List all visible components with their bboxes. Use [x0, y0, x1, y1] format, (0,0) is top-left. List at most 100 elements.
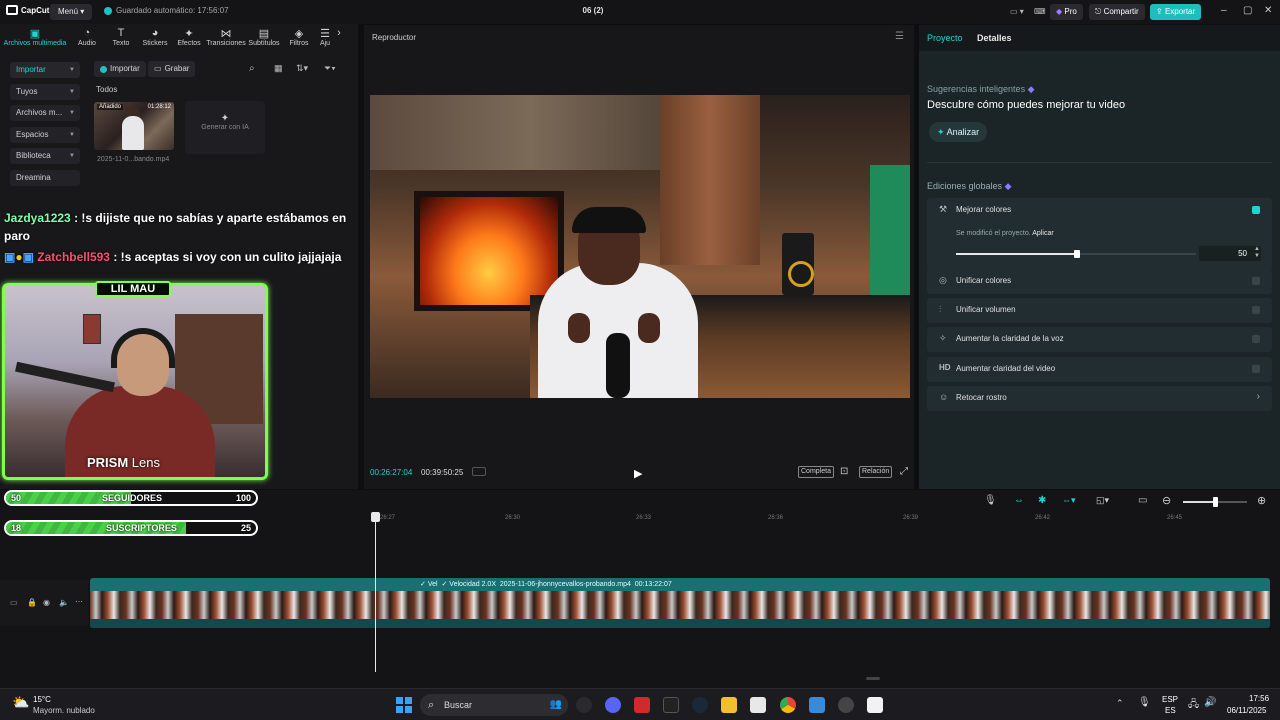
divider [927, 162, 1272, 163]
preview-axis-icon[interactable]: ◱▾ [1096, 495, 1109, 506]
taskbar-search[interactable]: ⌕ Buscar 👥 [420, 694, 568, 716]
settings-icon[interactable] [838, 697, 854, 713]
chevron-up-icon[interactable]: ⌃ [1116, 698, 1124, 709]
zoom-in-icon[interactable]: ⊕ [1257, 494, 1266, 507]
unify-colors-row[interactable]: ◎ Unificar colores [927, 269, 1272, 294]
language-indicator[interactable]: ESP [1162, 695, 1178, 704]
play-icon[interactable]: ▶ [634, 467, 642, 480]
windows-start-icon[interactable] [396, 697, 412, 713]
sidebar-item-library[interactable]: Biblioteca ▼ [10, 148, 80, 164]
maximize-icon[interactable]: ▢ [1243, 5, 1252, 16]
ratio-button[interactable]: Relación [859, 466, 893, 478]
sidebar-item-import[interactable]: Importar ▼ [10, 62, 80, 78]
retouch-face-row[interactable]: ☺ Retocar rostro › [927, 386, 1272, 411]
tool-stickers[interactable]: ◕ Stickers [138, 26, 172, 52]
sidebar-item-yours[interactable]: Tuyos ▼ [10, 83, 80, 100]
stepper-icon[interactable]: ▲ ▼ [1254, 246, 1260, 260]
sidebar-item-dreamina[interactable]: Dreamina [10, 169, 80, 186]
tool-media[interactable]: ▣ Archivos multimedia [0, 26, 70, 52]
video-clarity-row[interactable]: HD Aumentar claridad del video [927, 357, 1272, 382]
sidebar-item-spaces[interactable]: Espacios ▼ [10, 126, 80, 143]
microphone-icon[interactable]: 🎙 [1138, 697, 1151, 708]
tool-text[interactable]: T Texto [104, 26, 138, 52]
capcut-task-icon[interactable] [750, 697, 766, 713]
tool-audio[interactable]: ◔ Audio [70, 26, 104, 52]
link-icon[interactable]: ⇔ [1014, 495, 1024, 506]
zoom-slider[interactable] [1183, 497, 1247, 507]
search-icon[interactable]: ⌕ [249, 63, 255, 74]
filter-icon[interactable]: ⏷▾ [324, 63, 336, 74]
chrome-icon[interactable] [780, 697, 796, 713]
tool-filters[interactable]: ◈ Filtros [282, 26, 316, 52]
record-button[interactable]: ▭ Grabar [148, 61, 196, 77]
row-toggle[interactable] [1252, 335, 1260, 343]
tab-details[interactable]: Detalles [977, 33, 1012, 43]
file-explorer-icon[interactable] [721, 697, 737, 713]
unify-volume-row[interactable]: ⫶ Unificar volumen [927, 298, 1272, 323]
strength-slider-handle[interactable] [1074, 250, 1080, 258]
chevron-right-icon[interactable]: › [334, 26, 344, 52]
media-thumbnail[interactable]: Añadido 01:28:12 [94, 102, 174, 150]
share-button[interactable]: ⎋ Compartir [1089, 4, 1145, 20]
grid-view-icon[interactable]: ▦ [274, 63, 283, 74]
clock-date[interactable]: 06/11/2025 [1227, 706, 1266, 715]
tab-project[interactable]: Proyecto [927, 33, 963, 43]
snap-icon[interactable]: ⇔▾ [1062, 495, 1076, 506]
import-button[interactable]: Importar [94, 61, 146, 77]
keyboard-icon[interactable]: ⌨ [1028, 4, 1052, 20]
strength-slider-track[interactable] [956, 250, 1196, 258]
sidebar-item-files[interactable]: Archivos m... ▼ [10, 105, 80, 121]
discord-icon[interactable] [605, 697, 621, 713]
speaker-icon[interactable]: 🔈 [59, 598, 69, 607]
app-red-icon[interactable] [634, 697, 650, 713]
row-toggle[interactable] [1252, 306, 1260, 314]
playhead[interactable] [371, 512, 380, 672]
cover-icon[interactable]: ▭ [10, 598, 18, 607]
layout-icon[interactable]: ▭ ▾ [1004, 4, 1030, 20]
network-icon[interactable]: 🖧 [1188, 697, 1199, 714]
full-quality-button[interactable]: Completa [798, 466, 834, 478]
lock-icon[interactable]: 🔒 [27, 598, 37, 607]
timecode-toggle-icon[interactable] [472, 467, 486, 476]
apply-link[interactable]: Aplicar [1032, 230, 1053, 237]
steam-icon[interactable] [692, 697, 708, 713]
fullscreen-icon[interactable]: ⤢ [900, 466, 908, 477]
tool-adjust[interactable]: ☰ Aju [316, 26, 334, 52]
tool-subtitles[interactable]: ▤ Subtítulos [246, 26, 282, 52]
eye-icon[interactable]: ◉ [43, 598, 50, 607]
menu-button[interactable]: Menú ▾ [50, 4, 93, 20]
scrollbar[interactable] [866, 677, 880, 680]
video-clip[interactable]: ✓ Vel ✓ Velocidad 2.0X 2025-11-06-jhonny… [90, 578, 1270, 628]
minimize-icon[interactable]: – [1221, 5, 1227, 16]
caption-icon[interactable]: ▭ [1138, 495, 1147, 506]
epic-games-icon[interactable] [663, 697, 679, 713]
crop-icon[interactable]: ⊡ [840, 466, 848, 477]
magnet-icon[interactable]: ✱ [1038, 495, 1046, 506]
row-toggle[interactable] [1252, 277, 1260, 285]
obs-icon[interactable] [576, 697, 592, 713]
zoom-out-icon[interactable]: ⊖ [1162, 494, 1171, 507]
tool-transitions[interactable]: ⋈ Transiciones [206, 26, 246, 52]
enhance-colors-toggle[interactable] [1252, 206, 1260, 214]
more-icon[interactable]: ⋯ [75, 597, 83, 606]
tool-effects[interactable]: ✦ Efectos [172, 26, 206, 52]
weather-icon[interactable]: ⛅ [12, 694, 29, 711]
row-toggle[interactable] [1252, 365, 1260, 373]
analyze-button[interactable]: ✦ Analizar [929, 122, 988, 142]
clock-time[interactable]: 17:56 [1249, 694, 1269, 703]
notepad-icon[interactable] [809, 697, 825, 713]
sort-icon[interactable]: ⇅▾ [296, 63, 308, 74]
microphone-icon[interactable]: 🎙 [984, 495, 997, 506]
export-button[interactable]: ⇪ Exportar [1150, 4, 1202, 20]
volume-icon[interactable]: 🔊 [1204, 697, 1216, 708]
close-icon[interactable]: ✕ [1264, 5, 1272, 16]
keyboard-layout[interactable]: ES [1165, 706, 1176, 715]
generate-ai-card[interactable]: ✦ Generar con IA [185, 101, 265, 154]
video-preview[interactable] [370, 95, 910, 398]
capcut-active-icon[interactable] [867, 697, 883, 713]
pro-button[interactable]: ◆ Pro [1050, 4, 1083, 20]
menu-icon[interactable]: ☰ [895, 31, 904, 42]
strength-value-input[interactable]: 50 [1199, 246, 1261, 261]
zoom-slider-handle[interactable] [1213, 497, 1218, 507]
voice-clarity-row[interactable]: ✧ Aumentar la claridad de la voz [927, 327, 1272, 352]
